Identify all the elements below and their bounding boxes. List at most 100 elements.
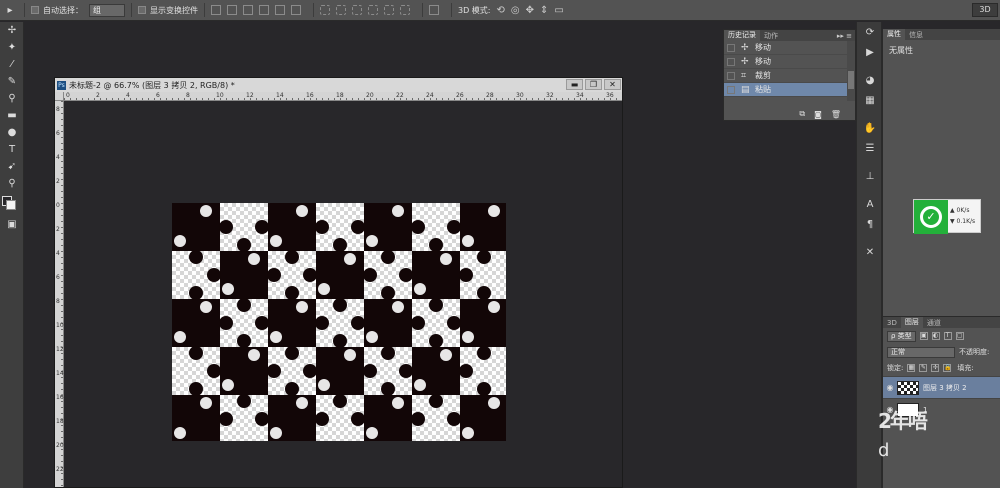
distribute-vcenter-icon[interactable] <box>336 5 346 15</box>
move-tool-icon[interactable]: ✢ <box>0 22 24 39</box>
tool-presets-panel-icon[interactable]: ✕ <box>857 242 883 262</box>
tab-history[interactable]: 历史记录 <box>724 30 760 41</box>
tab-3d[interactable]: 3D <box>883 319 901 327</box>
3d-camera-icon[interactable]: ▭ <box>554 5 563 16</box>
layer-filter-dropdown[interactable]: ρ 类型 <box>887 330 916 342</box>
eraser-tool-icon[interactable]: ▬ <box>0 107 24 124</box>
close-button[interactable]: ✕ <box>604 79 621 90</box>
new-document-from-state-icon[interactable]: ⧉ <box>799 109 805 119</box>
history-item[interactable]: ✢ 移动 <box>724 55 855 69</box>
scrollbar-thumb[interactable] <box>848 71 854 89</box>
puzzle-knob <box>255 316 269 330</box>
auto-align-icon[interactable] <box>429 5 439 15</box>
puzzle-socket <box>296 205 308 217</box>
screen-mode-icon[interactable]: ▣ <box>0 216 24 233</box>
filter-type-icon[interactable]: T <box>943 332 952 340</box>
auto-select-dropdown[interactable]: 组 <box>89 3 125 17</box>
brush-panel-icon[interactable]: ✋ <box>857 118 883 138</box>
lock-label: 锁定: <box>887 364 904 372</box>
eyedropper-tool-icon[interactable]: ⁄ <box>0 56 24 73</box>
filter-adjustment-icon[interactable]: ◐ <box>931 332 940 340</box>
minimize-button[interactable]: ▬ <box>566 79 583 90</box>
image-canvas[interactable] <box>172 203 506 441</box>
history-panel: 历史记录 动作 ▸▸ ≡ ✢ 移动 ✢ 移动 ⌗ 裁剪 ▤ 粘贴 ⧉ ◙ 🗑 <box>723 29 856 121</box>
history-source-checkbox[interactable] <box>727 57 735 66</box>
filter-pixel-icon[interactable]: ▣ <box>919 332 928 340</box>
restore-button[interactable]: ❐ <box>585 79 602 90</box>
text-tool-icon[interactable]: T <box>0 141 24 158</box>
puzzle-knob <box>333 334 347 348</box>
document-title-bar[interactable]: Ps 未标题-2 @ 66.7% (图层 3 拷贝 2, RGB/8) * ▬ … <box>55 78 622 92</box>
paragraph-panel-icon[interactable]: ¶ <box>857 214 883 234</box>
puzzle-neck <box>364 368 370 374</box>
clone-stamp-tool-icon[interactable]: ⚲ <box>0 90 24 107</box>
layer-row-selected[interactable]: ◉ 图层 3 拷贝 2 <box>883 376 1000 398</box>
history-panel-icon[interactable]: ⟳ <box>857 22 883 42</box>
distribute-bottom-icon[interactable] <box>352 5 362 15</box>
panel-menu-icon[interactable]: ▸▸ ≡ <box>837 32 852 40</box>
background-color-swatch[interactable] <box>6 200 16 210</box>
filter-shape-icon[interactable]: ▢ <box>955 332 964 340</box>
trash-icon[interactable]: 🗑 <box>831 110 841 119</box>
history-scrollbar[interactable] <box>847 41 855 101</box>
ruler-tick-label: 16 <box>306 92 314 99</box>
history-source-checkbox[interactable] <box>727 43 735 52</box>
auto-select-checkbox[interactable] <box>31 6 39 14</box>
align-left-icon[interactable] <box>259 5 269 15</box>
workspace-3d-button[interactable]: 3D <box>972 3 998 17</box>
color-swatches[interactable] <box>0 192 23 216</box>
distribute-right-icon[interactable] <box>400 5 410 15</box>
zoom-tool-icon[interactable]: ⚲ <box>0 175 24 192</box>
align-bottom-icon[interactable] <box>243 5 253 15</box>
lock-pixels-icon[interactable]: ✎ <box>919 364 928 372</box>
dodge-tool-icon[interactable]: ● <box>0 124 24 141</box>
align-top-icon[interactable] <box>211 5 221 15</box>
puzzle-socket <box>270 427 282 439</box>
visibility-eye-icon[interactable]: ◉ <box>883 383 897 392</box>
lock-transparent-icon[interactable]: ▦ <box>907 364 916 372</box>
ruler-corner[interactable] <box>55 92 64 101</box>
network-speed-widget[interactable]: ✓ ▲ 0K/s ▼ 0.1K/s <box>913 199 981 234</box>
lock-position-icon[interactable]: ✢ <box>931 364 940 372</box>
lock-all-icon[interactable]: 🔒 <box>943 364 952 372</box>
align-vcenter-icon[interactable] <box>227 5 237 15</box>
tab-channels[interactable]: 通道 <box>923 318 945 328</box>
vertical-ruler[interactable]: 8 6 4 2 0 2 4 6 8 10 12 14 16 18 20 22 <box>55 101 64 487</box>
brush-tool-icon[interactable]: ✎ <box>0 73 24 90</box>
distribute-hcenter-icon[interactable] <box>384 5 394 15</box>
tab-layers[interactable]: 图层 <box>900 317 923 328</box>
3d-pan-icon[interactable]: ✥ <box>526 5 534 16</box>
tab-actions[interactable]: 动作 <box>760 31 782 41</box>
horizontal-ruler[interactable]: 0 2 4 6 8 10 12 14 16 18 20 22 24 26 28 30 32 34 36 <box>64 92 622 101</box>
watermark-text: 2年唔 <box>878 409 928 433</box>
align-hcenter-icon[interactable] <box>275 5 285 15</box>
history-item-selected[interactable]: ▤ 粘贴 <box>724 83 855 97</box>
actions-panel-icon[interactable]: ▶ <box>857 42 883 62</box>
distribute-top-icon[interactable] <box>320 5 330 15</box>
distribute-left-icon[interactable] <box>368 5 378 15</box>
3d-roll-icon[interactable]: ◎ <box>511 5 520 16</box>
new-snapshot-icon[interactable]: ◙ <box>814 110 822 119</box>
3d-slide-icon[interactable]: ⇕ <box>540 5 548 16</box>
3d-rotate-icon[interactable]: ⟲ <box>497 5 505 16</box>
history-item[interactable]: ✢ 移动 <box>724 41 855 55</box>
tab-info[interactable]: 信息 <box>905 30 927 40</box>
move-tool-preset-icon[interactable]: ▸ <box>2 2 18 18</box>
path-selection-tool-icon[interactable]: ➹ <box>0 158 24 175</box>
swatches-panel-icon[interactable]: ▦ <box>857 90 883 110</box>
align-right-icon[interactable] <box>291 5 301 15</box>
magic-wand-tool-icon[interactable]: ✦ <box>0 39 24 56</box>
ruler-tick-label: 0 <box>66 92 70 99</box>
color-panel-icon[interactable]: ◕ <box>857 70 883 90</box>
character-panel-icon[interactable]: A <box>857 194 883 214</box>
history-source-checkbox[interactable] <box>727 71 735 80</box>
clone-source-panel-icon[interactable]: ⊥ <box>857 166 883 186</box>
blend-mode-dropdown[interactable]: 正常 <box>887 346 955 358</box>
history-item[interactable]: ⌗ 裁剪 <box>724 69 855 83</box>
history-source-checkbox[interactable] <box>727 85 735 94</box>
adjustments-panel-icon[interactable]: ☰ <box>857 138 883 158</box>
show-transform-checkbox[interactable] <box>138 6 146 14</box>
puzzle-knob <box>255 412 269 426</box>
tab-properties[interactable]: 属性 <box>883 29 905 40</box>
puzzle-socket <box>200 397 212 409</box>
